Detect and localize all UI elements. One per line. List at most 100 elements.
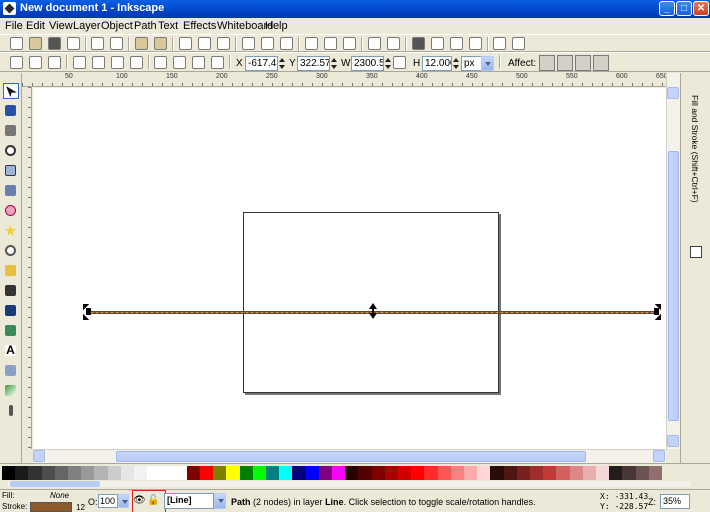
h-spinner-arrows[interactable]	[452, 56, 459, 71]
zoom-selection-icon[interactable]	[242, 37, 255, 50]
tweak-tool[interactable]	[3, 123, 19, 139]
menu-view[interactable]: View	[49, 20, 73, 32]
calligraphy-tool[interactable]	[3, 303, 19, 319]
preferences-icon[interactable]	[493, 37, 506, 50]
palette-swatch[interactable]	[120, 466, 135, 480]
lock-icon[interactable]: 🔓	[147, 495, 159, 506]
palette-swatch[interactable]	[226, 466, 241, 480]
palette-swatch[interactable]	[556, 466, 571, 480]
palette-swatch[interactable]	[68, 466, 82, 480]
unit-dropdown-arrow[interactable]	[481, 56, 494, 71]
unit-select[interactable]: px	[461, 56, 483, 71]
menu-effects[interactable]: Effects	[183, 20, 216, 32]
palette-swatch[interactable]	[15, 466, 29, 480]
print-icon[interactable]	[67, 37, 80, 50]
x-spinner-arrows[interactable]	[278, 56, 285, 71]
close-button[interactable]: ✕	[693, 1, 709, 16]
menu-edit[interactable]: Edit	[26, 20, 45, 32]
palette-swatch[interactable]	[41, 466, 56, 480]
palette-swatch[interactable]	[292, 466, 307, 480]
3d-box-tool[interactable]	[3, 183, 19, 199]
zoom-tool[interactable]	[3, 143, 19, 159]
scroll-down-button[interactable]	[667, 435, 679, 447]
select-all-layers-icon[interactable]	[29, 56, 42, 69]
palette-swatch[interactable]	[239, 466, 254, 480]
xml-editor-icon[interactable]	[450, 37, 463, 50]
deselect-icon[interactable]	[48, 56, 61, 69]
align-distribute-icon[interactable]	[469, 37, 482, 50]
zoom-page-icon[interactable]	[280, 37, 293, 50]
spiral-tool[interactable]	[3, 243, 19, 259]
text-tool[interactable]: A	[3, 343, 19, 359]
palette-swatch[interactable]	[160, 466, 175, 480]
scale-handle-center[interactable]	[369, 303, 377, 319]
palette-swatch[interactable]	[200, 466, 214, 480]
current-layer-select[interactable]: [Line]	[164, 493, 214, 509]
palette-swatch[interactable]	[530, 466, 544, 480]
pen-tool[interactable]	[3, 283, 19, 299]
palette-swatch[interactable]	[147, 466, 161, 480]
scroll-up-button[interactable]	[667, 87, 679, 99]
palette-swatch[interactable]	[464, 466, 478, 480]
palette-swatch[interactable]	[28, 466, 43, 480]
undo-icon[interactable]	[135, 37, 148, 50]
rectangle-tool[interactable]	[3, 163, 19, 179]
palette-swatch[interactable]	[437, 466, 452, 480]
drawing-canvas[interactable]	[33, 88, 666, 449]
y-spinner-arrows[interactable]	[330, 56, 337, 71]
palette-swatch[interactable]	[186, 466, 201, 480]
palette-swatch[interactable]	[81, 466, 95, 480]
scale-handle-right[interactable]	[651, 302, 663, 322]
h-input[interactable]: 12.000	[422, 56, 452, 71]
raise-to-top-icon[interactable]	[154, 56, 167, 69]
flip-vertical-icon[interactable]	[130, 56, 143, 69]
palette-swatch[interactable]	[503, 466, 518, 480]
redo-icon[interactable]	[154, 37, 167, 50]
gradient-tool[interactable]	[3, 383, 19, 399]
opacity-input[interactable]: 100	[98, 494, 118, 508]
horizontal-scroll-thumb[interactable]	[116, 451, 586, 462]
menu-object[interactable]: Object	[101, 20, 133, 32]
palette-scroll-thumb[interactable]	[10, 481, 100, 487]
w-input[interactable]: 2300.57	[351, 56, 384, 71]
palette-swatch[interactable]	[279, 466, 293, 480]
affect-patterns-button[interactable]	[593, 55, 609, 71]
duplicate-icon[interactable]	[305, 37, 318, 50]
w-spinner-arrows[interactable]	[384, 56, 391, 71]
palette-swatch[interactable]	[371, 466, 386, 480]
palette-swatch[interactable]	[318, 466, 333, 480]
palette-swatch[interactable]	[450, 466, 465, 480]
node-tool[interactable]	[3, 103, 19, 119]
star-tool[interactable]	[3, 223, 19, 239]
palette-swatch[interactable]	[477, 466, 491, 480]
fill-stroke-icon[interactable]	[412, 37, 425, 50]
palette-swatch[interactable]	[648, 466, 663, 480]
maximize-button[interactable]: □	[676, 1, 692, 16]
palette-swatch[interactable]	[2, 466, 16, 480]
palette-swatch[interactable]	[345, 466, 359, 480]
raise-icon[interactable]	[173, 56, 186, 69]
palette-swatch[interactable]	[622, 466, 637, 480]
selector-tool[interactable]	[3, 83, 19, 99]
palette-swatch[interactable]	[332, 466, 346, 480]
connector-tool[interactable]	[3, 363, 19, 379]
export-icon[interactable]	[110, 37, 123, 50]
paste-icon[interactable]	[217, 37, 230, 50]
flip-horizontal-icon[interactable]	[111, 56, 124, 69]
palette-swatch[interactable]	[596, 466, 610, 480]
horizontal-scrollbar[interactable]	[33, 449, 666, 463]
palette-swatch[interactable]	[398, 466, 412, 480]
rotate-ccw-icon[interactable]	[73, 56, 86, 69]
palette-swatch[interactable]	[173, 466, 188, 480]
palette-swatch[interactable]	[213, 466, 227, 480]
zoom-input[interactable]: 35%	[660, 494, 690, 509]
palette-swatch[interactable]	[424, 466, 439, 480]
palette-swatch[interactable]	[569, 466, 584, 480]
menu-layer[interactable]: Layer	[73, 20, 101, 32]
scroll-right-button[interactable]	[653, 450, 665, 462]
text-font-icon[interactable]	[431, 37, 444, 50]
document-properties-icon[interactable]	[512, 37, 525, 50]
palette-swatch[interactable]	[266, 466, 280, 480]
menu-help[interactable]: Help	[265, 20, 288, 32]
palette-scrollbar[interactable]	[8, 481, 690, 487]
